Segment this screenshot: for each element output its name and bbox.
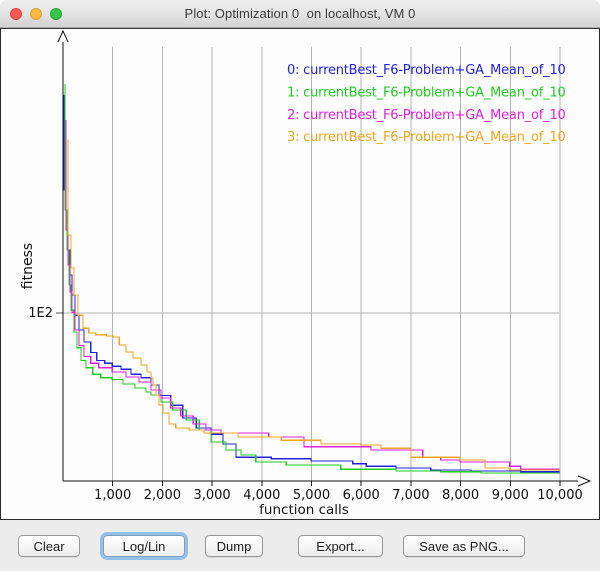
legend-entry-0: 0: currentBest_F6-Problem+GA_Mean_of_10 [287, 63, 566, 78]
x-tick-label: 7,000 [392, 488, 429, 503]
x-tick-label: 1,000 [94, 488, 131, 503]
x-tick-label: 4,000 [243, 488, 280, 503]
close-button[interactable] [10, 8, 22, 20]
x-tick-label: 2,000 [144, 488, 181, 503]
plot-canvas: 1E2 0: currentBest_F6-Problem+GA_Mean_of_… [1, 29, 599, 519]
clear-button[interactable]: Clear [18, 535, 80, 557]
series-line-2 [66, 120, 559, 471]
legend-entry-1: 1: currentBest_F6-Problem+GA_Mean_of_10 [287, 85, 566, 100]
plot-window: Plot: Optimization 0 on localhost, VM 0 … [0, 0, 600, 571]
button-bar: Clear Log/Lin Dump Export... Save as PNG… [0, 520, 600, 571]
y-axis-label: fitness [20, 243, 36, 289]
x-axis-arrow [578, 476, 590, 486]
series-line-3 [68, 140, 559, 471]
y-axis-arrow [58, 31, 68, 42]
legend-entry-2: 2: currentBest_F6-Problem+GA_Mean_of_10 [287, 108, 566, 123]
x-tick-label: 8,000 [442, 488, 479, 503]
y-tick-label: 1E2 [28, 306, 53, 321]
legend-entry-3: 3: currentBest_F6-Problem+GA_Mean_of_10 [287, 130, 566, 145]
zoom-button[interactable] [50, 8, 62, 20]
x-tick-label: 10,000 [537, 488, 583, 503]
x-axis-label: function calls [259, 502, 349, 518]
log-lin-button[interactable]: Log/Lin [103, 535, 185, 557]
x-tick-label: 6,000 [343, 488, 380, 503]
x-tick-label: 5,000 [293, 488, 330, 503]
save-as-png-button[interactable]: Save as PNG... [403, 535, 525, 557]
plot-panel: 1E2 0: currentBest_F6-Problem+GA_Mean_of_… [0, 28, 600, 520]
x-tick-label: 9,000 [492, 488, 529, 503]
minimize-button[interactable] [30, 8, 42, 20]
traffic-lights [10, 8, 62, 20]
window-title: Plot: Optimization 0 on localhost, VM 0 [0, 0, 600, 27]
x-tick-label: 3,000 [193, 488, 230, 503]
title-bar[interactable]: Plot: Optimization 0 on localhost, VM 0 [0, 0, 600, 28]
export-button[interactable]: Export... [298, 535, 383, 557]
dump-button[interactable]: Dump [205, 535, 263, 557]
